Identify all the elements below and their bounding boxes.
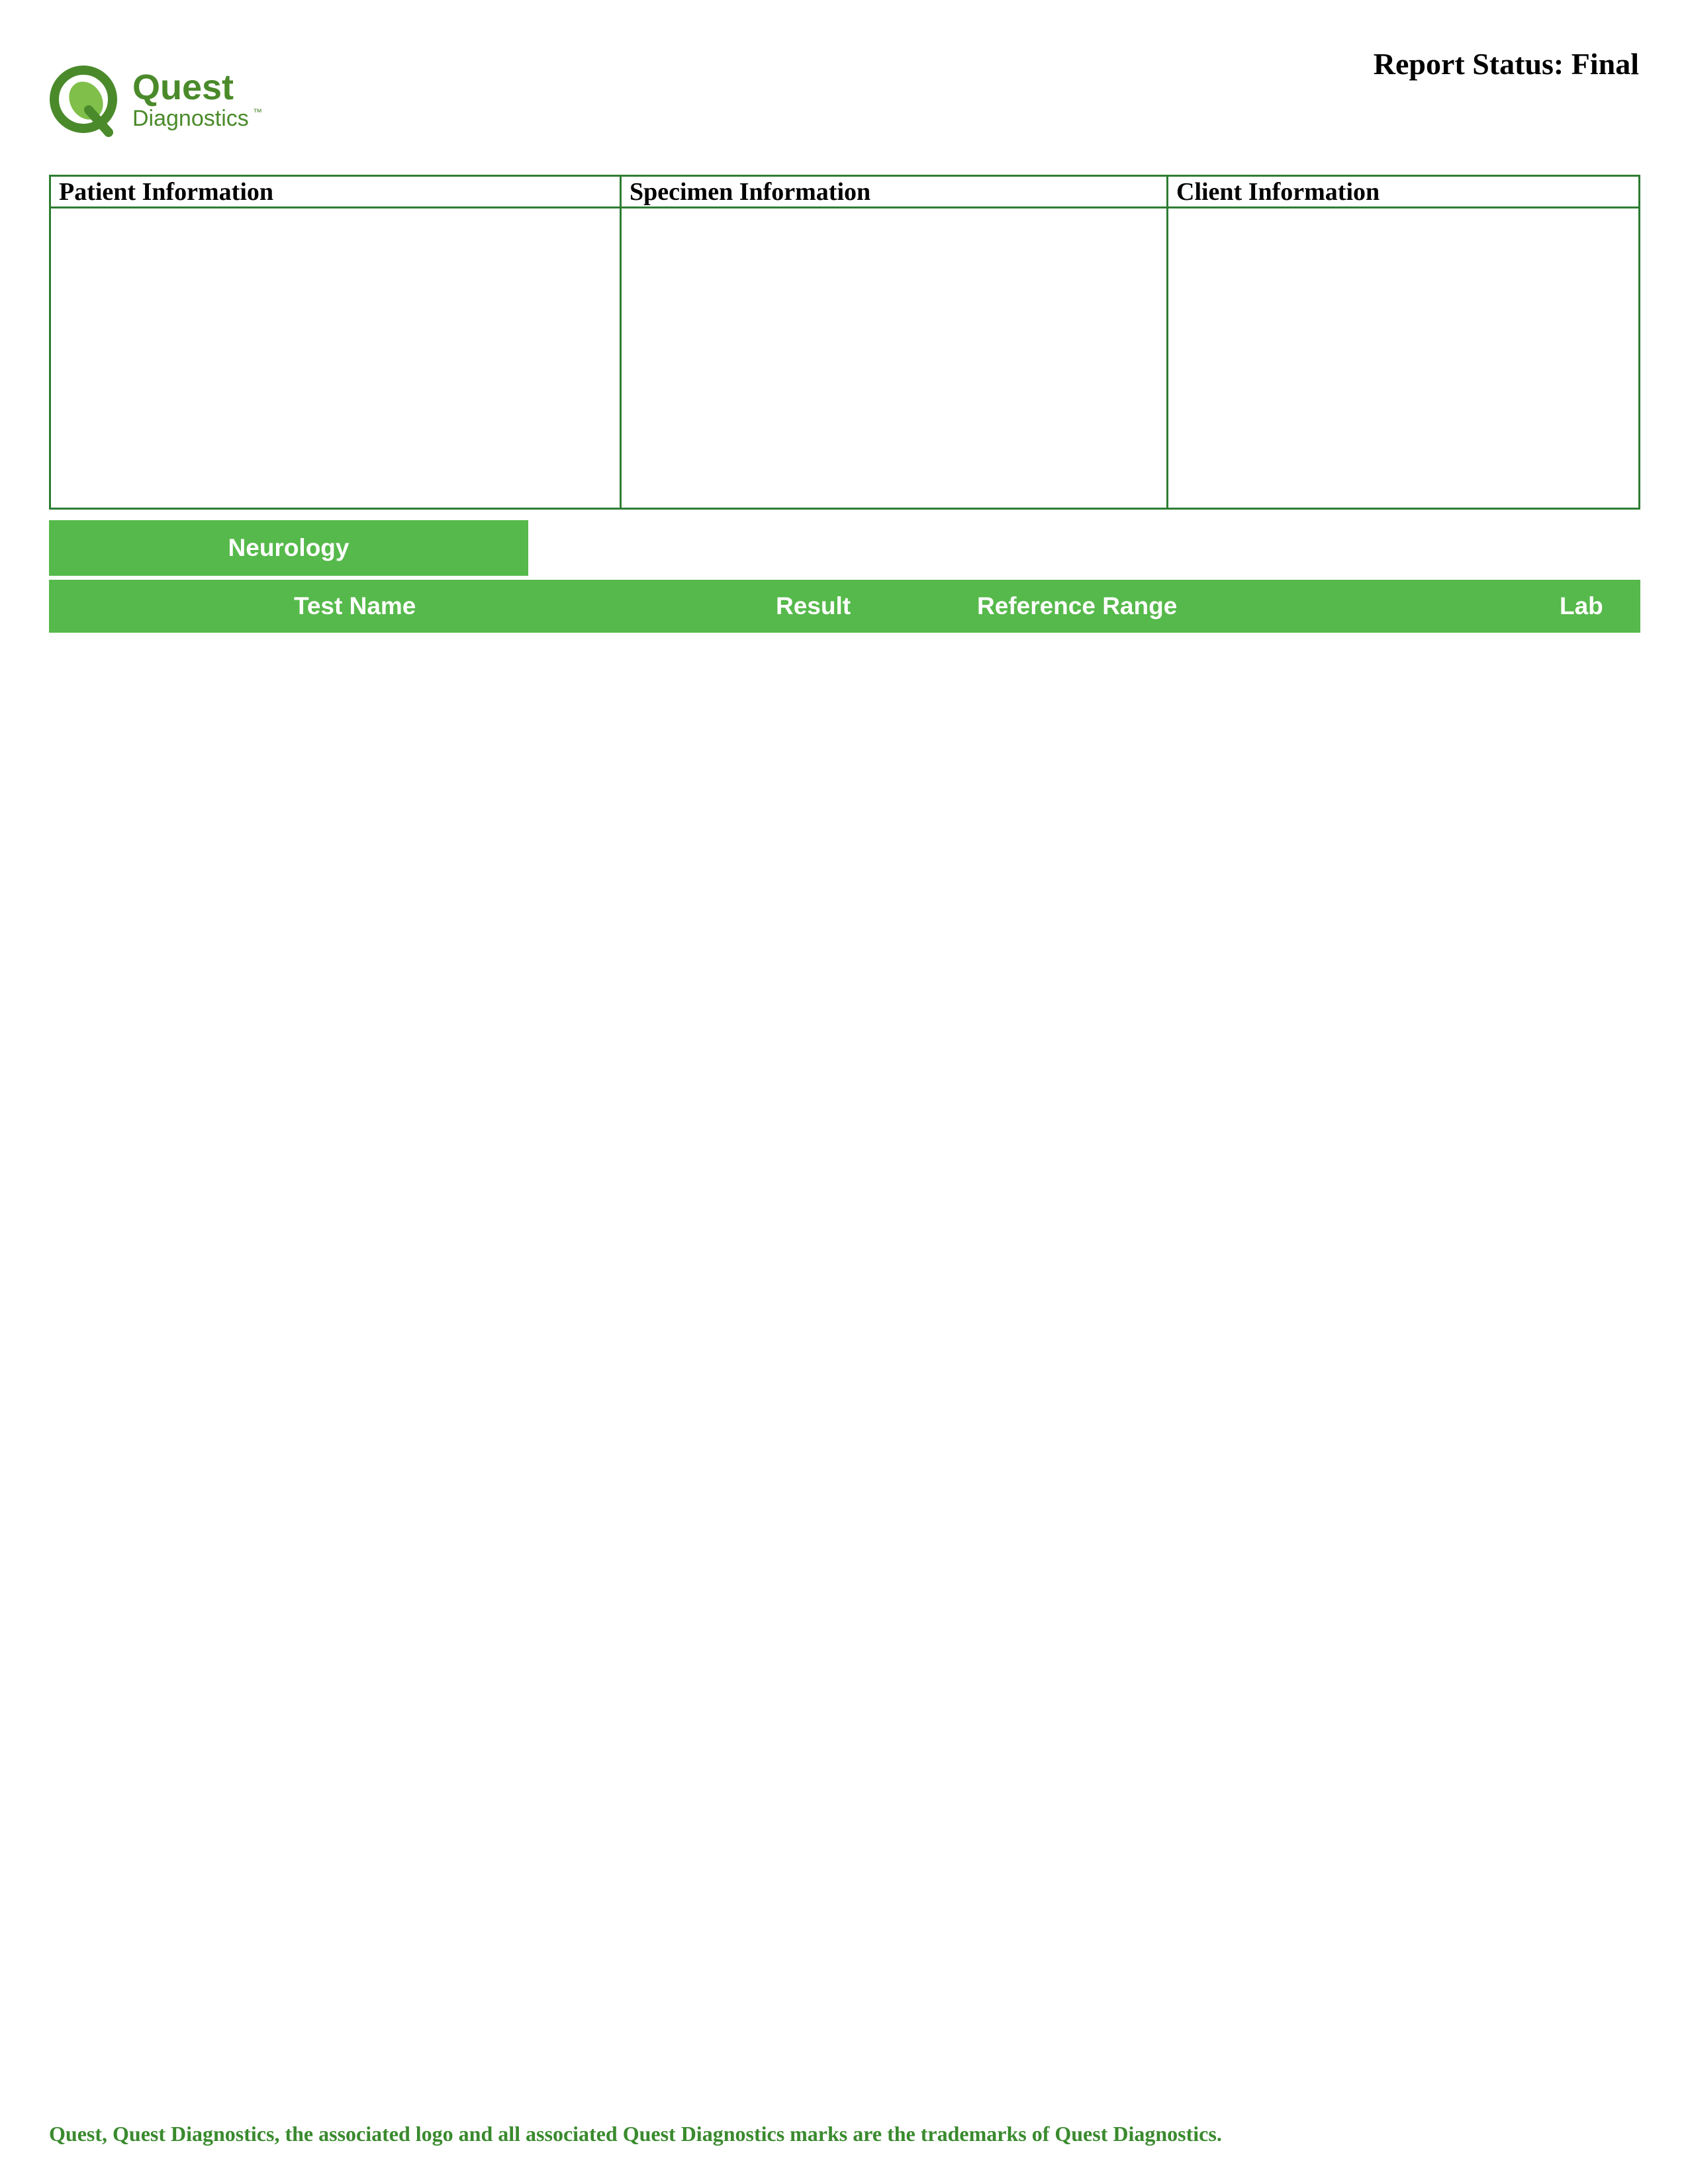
trademark-footer: Quest, Quest Diagnostics, the associated… <box>49 2122 1222 2146</box>
column-lab: Lab <box>1560 592 1603 619</box>
specimen-information-column: Specimen Information <box>622 177 1168 508</box>
specimen-information-header: Specimen Information <box>622 177 1166 208</box>
report-status: Report Status: Final <box>1373 47 1639 81</box>
info-table: Patient Information Specimen Information… <box>49 175 1640 510</box>
results-column-header: Test Name Result Reference Range Lab <box>49 580 1640 633</box>
quest-logo-icon: Quest Diagnostics ™ <box>50 66 262 137</box>
patient-information-column: Patient Information <box>51 177 622 508</box>
column-reference-range: Reference Range <box>977 592 1178 619</box>
column-result: Result <box>776 592 851 619</box>
patient-information-body <box>51 208 620 508</box>
section-title-neurology: Neurology <box>49 520 528 576</box>
client-information-header: Client Information <box>1168 177 1638 208</box>
logo-word-diagnostics: Diagnostics <box>132 106 249 131</box>
quest-diagnostics-logo: Quest Diagnostics ™ <box>48 64 286 140</box>
logo-trademark: ™ <box>253 107 262 117</box>
client-information-body <box>1168 208 1638 508</box>
column-test-name: Test Name <box>294 592 416 619</box>
client-information-column: Client Information <box>1168 177 1638 508</box>
specimen-information-body <box>622 208 1166 508</box>
logo-word-quest: Quest <box>132 68 234 107</box>
patient-information-header: Patient Information <box>51 177 620 208</box>
